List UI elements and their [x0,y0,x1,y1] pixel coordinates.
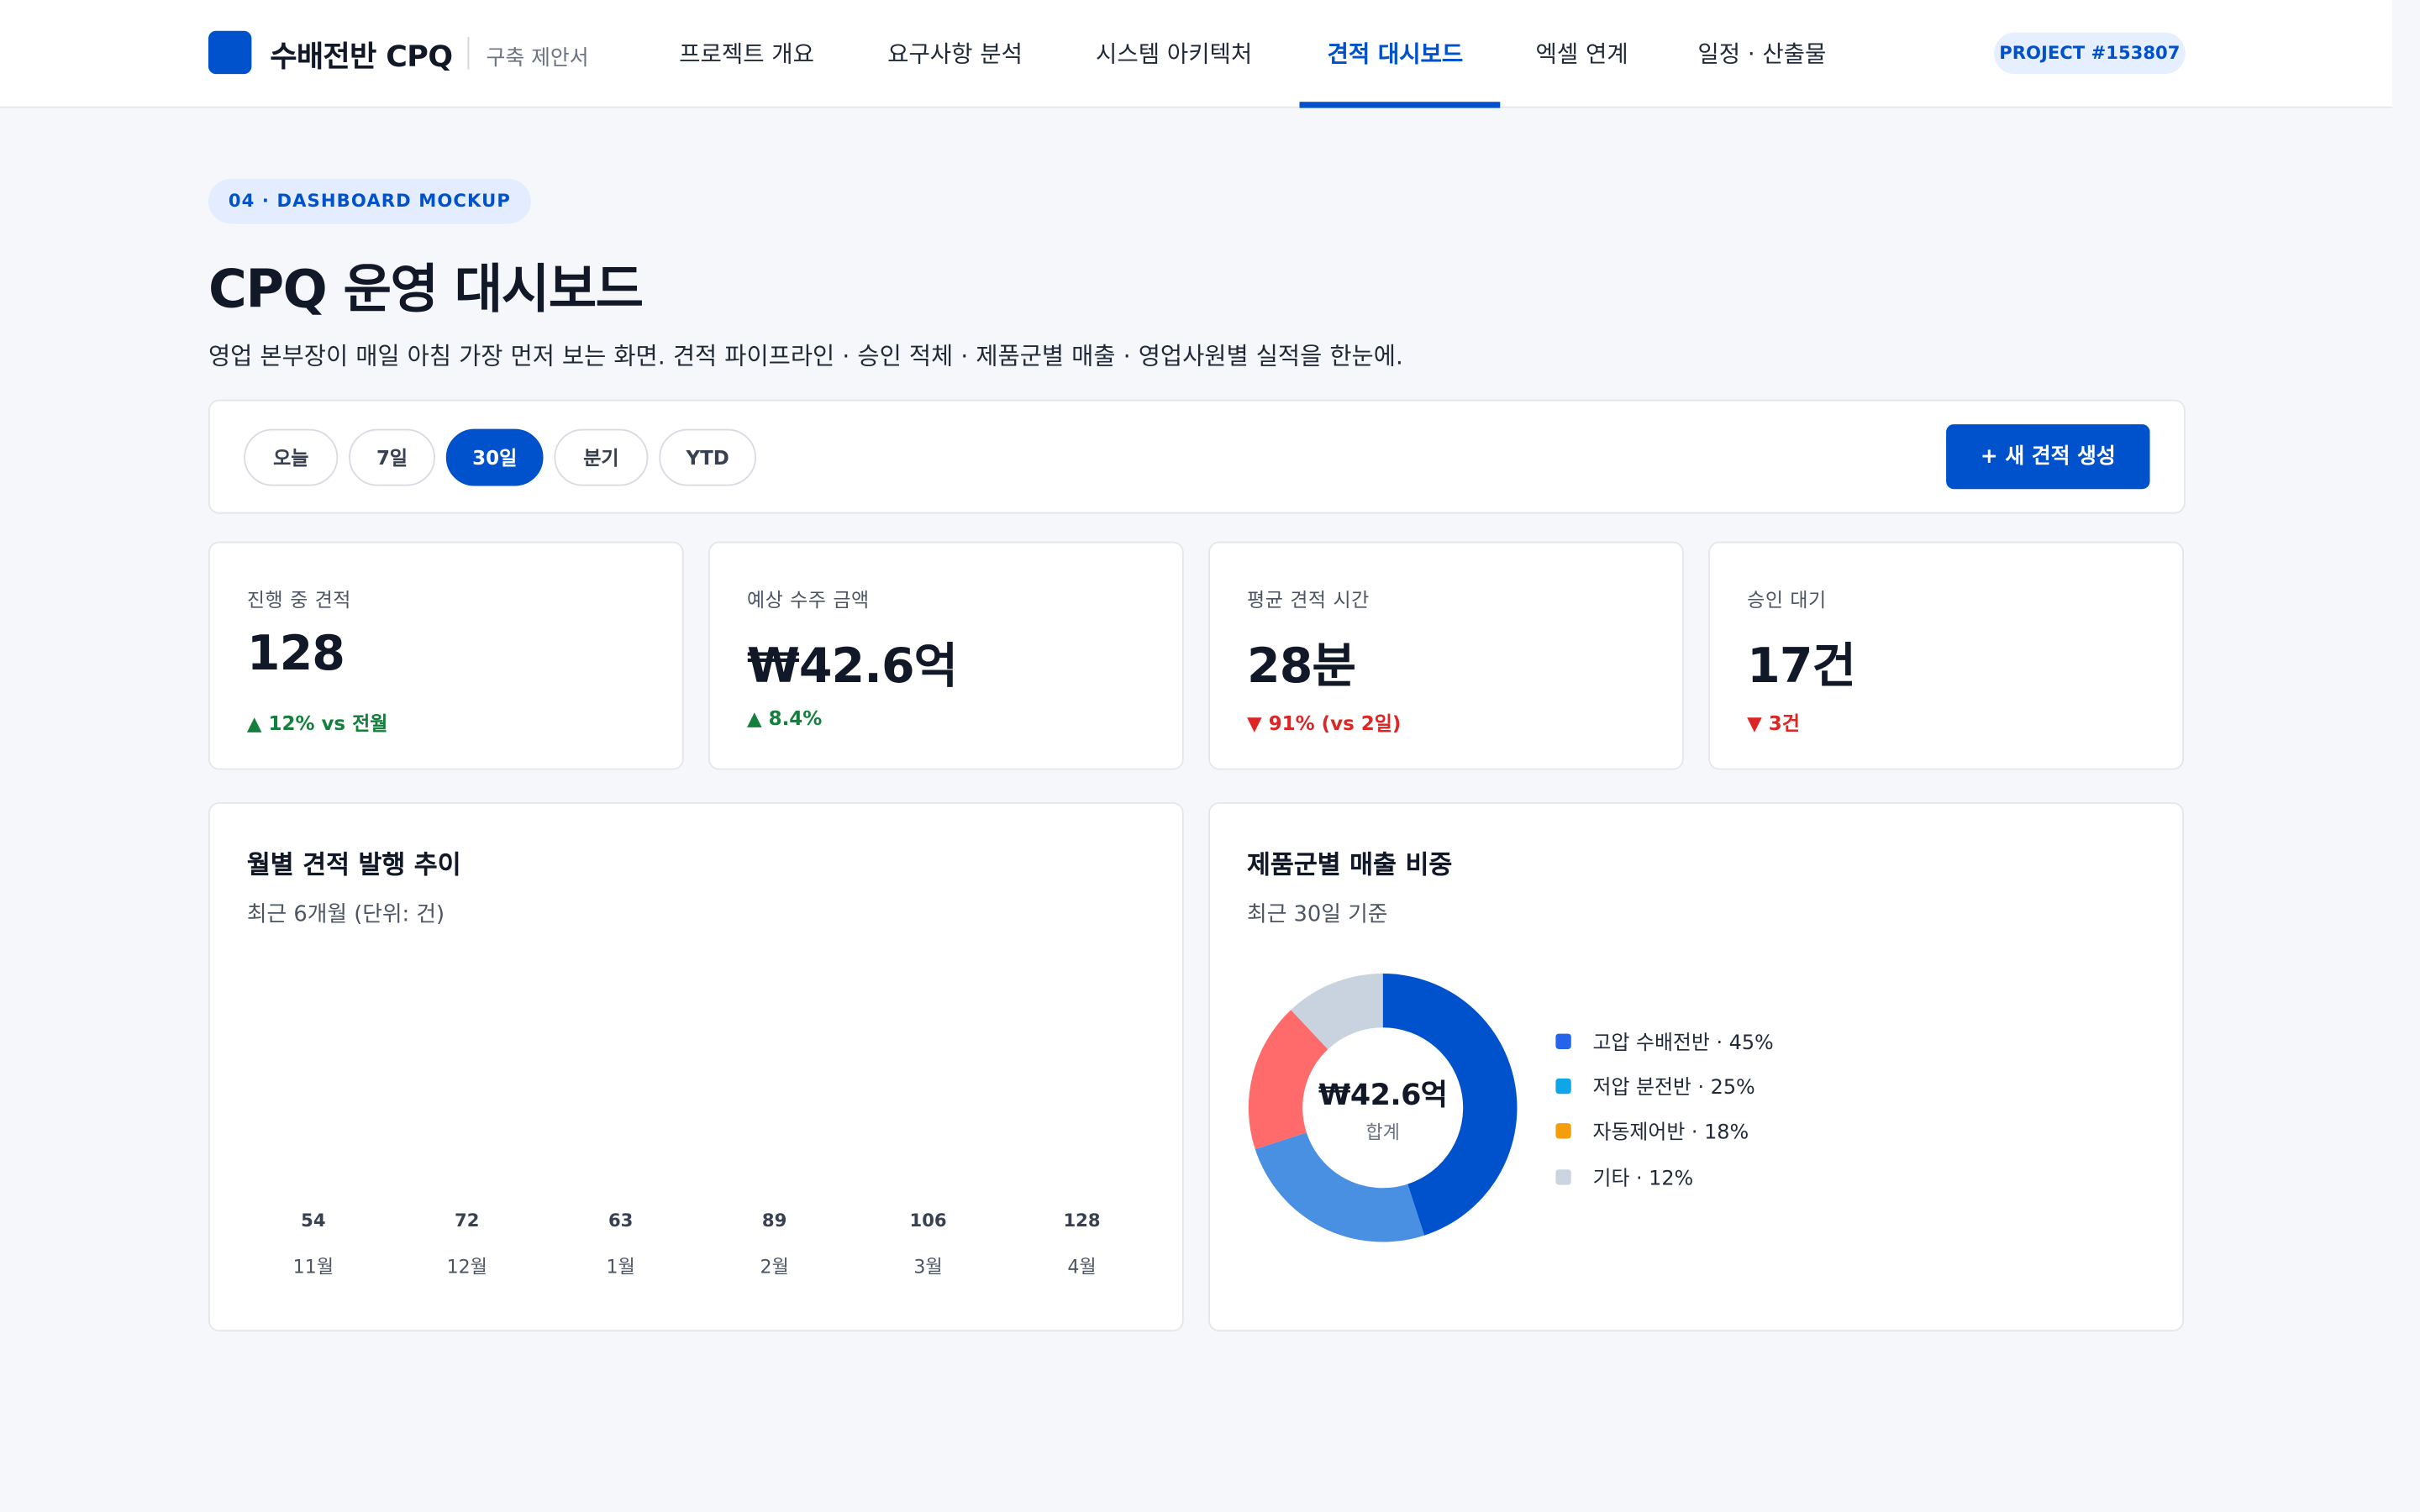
kpi-value: ₩42.6억 [746,638,958,695]
kpi-card-expected-revenue: 예상 수주 금액 ₩42.6억 ▲ 8.4% [708,541,1184,770]
nav-item-schedule[interactable]: 일정 · 산출물 [1697,37,1826,70]
period-filter-7d[interactable]: 7일 [349,428,435,486]
bar-category-label: 12월 [446,1256,487,1278]
kpi-value: 28분 [1247,638,1356,695]
section-eyebrow: 04 · DASHBOARD MOCKUP [208,179,531,224]
kpi-delta: ▲ 12% vs 전월 [246,711,388,735]
period-filter-30d[interactable]: 30일 [445,428,544,486]
kpi-delta: ▲ 8.4% [746,706,823,730]
kpi-label: 진행 중 견적 [246,587,351,612]
legend-label: 기타 · 12% [1592,1167,1694,1191]
kpi-label: 평균 견적 시간 [1247,587,1370,612]
new-quote-button[interactable]: + 새 견적 생성 [1946,424,2150,490]
page-title: CPQ 운영 대시보드 [208,259,644,322]
brand-title: 수배전반 CPQ [270,39,453,75]
nav-item-requirements[interactable]: 요구사항 분석 [887,37,1023,70]
project-badge: PROJECT #153807 [1994,32,2186,75]
nav-item-quote-dashboard[interactable]: 견적 대시보드 [1328,37,1464,70]
kpi-value: 17건 [1747,638,1856,695]
donut-slice [1255,1132,1425,1242]
bar-value-label: 89 [761,1209,787,1231]
page-description: 영업 본부장이 매일 아침 가장 먼저 보는 화면. 견적 파이프라인 · 승인… [208,342,1403,370]
legend-label: 자동제어반 · 18% [1592,1121,1749,1146]
chart-title: 월별 견적 발행 추이 [246,850,461,879]
kpi-card-avg-quote-time: 평균 견적 시간 28분 ▼ 91% (vs 2일) [1208,541,1684,770]
kpi-value: 128 [246,626,345,682]
legend-swatch [1555,1079,1571,1095]
legend-label: 고압 수배전반 · 45% [1592,1032,1774,1056]
chart-subtitle: 최근 6개월 (단위: 건) [246,902,445,927]
bar-category-label: 4월 [1067,1256,1097,1278]
logo-icon [208,30,252,75]
active-nav-indicator [1299,102,1501,108]
period-filter-today[interactable]: 오늘 [244,428,339,486]
monthly-quotes-chart-card: 월별 견적 발행 추이 최근 6개월 (단위: 건) 54 11월 72 12월 63 1… [208,802,1184,1332]
bar-category-label: 2월 [760,1256,789,1278]
kpi-card-pending-approval: 승인 대기 17건 ▼ 3건 [1708,541,2184,770]
nav-item-project-overview[interactable]: 프로젝트 개요 [679,37,814,70]
legend-label: 저압 분전반 · 25% [1592,1077,1755,1100]
legend-swatch [1555,1033,1571,1049]
product-revenue-share-card: 제품군별 매출 비중 최근 30일 기준 ₩42.6억 합계 고압 수배전반 ·… [1208,802,2184,1332]
kpi-delta: ▼ 3건 [1747,711,1800,735]
top-navigation-bar: 수배전반 CPQ 구축 제안서 프로젝트 개요 요구사항 분석 시스템 아키텍처… [0,0,2392,108]
bar-value-label: 54 [301,1209,326,1231]
brand-subtitle: 구축 제안서 [486,46,589,71]
legend-swatch [1555,1168,1571,1184]
donut-center-caption: 합계 [1365,1121,1400,1143]
kpi-card-active-quotes: 진행 중 견적 128 ▲ 12% vs 전월 [208,541,684,770]
period-filter-ytd[interactable]: YTD [659,428,756,486]
app-root: 수배전반 CPQ 구축 제안서 프로젝트 개요 요구사항 분석 시스템 아키텍처… [0,0,2420,1512]
brand-divider [467,37,470,70]
bar-value-label: 106 [909,1209,947,1231]
kpi-delta: ▼ 91% (vs 2일) [1247,711,1402,735]
legend-swatch [1555,1123,1571,1140]
kpi-label: 승인 대기 [1747,587,1827,612]
bar-category-label: 11월 [292,1256,334,1278]
nav-item-architecture[interactable]: 시스템 아키텍처 [1096,37,1252,70]
kpi-label: 예상 수주 금액 [746,587,870,612]
donut-center-value: ₩42.6억 [1318,1078,1448,1113]
bar-category-label: 1월 [606,1256,635,1278]
period-filter-bar: 오늘 7일 30일 분기 YTD + 새 견적 생성 [208,399,2186,514]
chart-title: 제품군별 매출 비중 [1247,850,1453,879]
period-filter-quarter[interactable]: 분기 [554,428,649,486]
chart-subtitle: 최근 30일 기준 [1247,902,1388,927]
bar-value-label: 63 [608,1209,634,1231]
bar-value-label: 72 [455,1209,480,1231]
bar-value-label: 128 [1063,1209,1101,1231]
bar-category-label: 3월 [913,1256,943,1278]
nav-item-excel-integration[interactable]: 엑셀 연계 [1536,37,1628,70]
